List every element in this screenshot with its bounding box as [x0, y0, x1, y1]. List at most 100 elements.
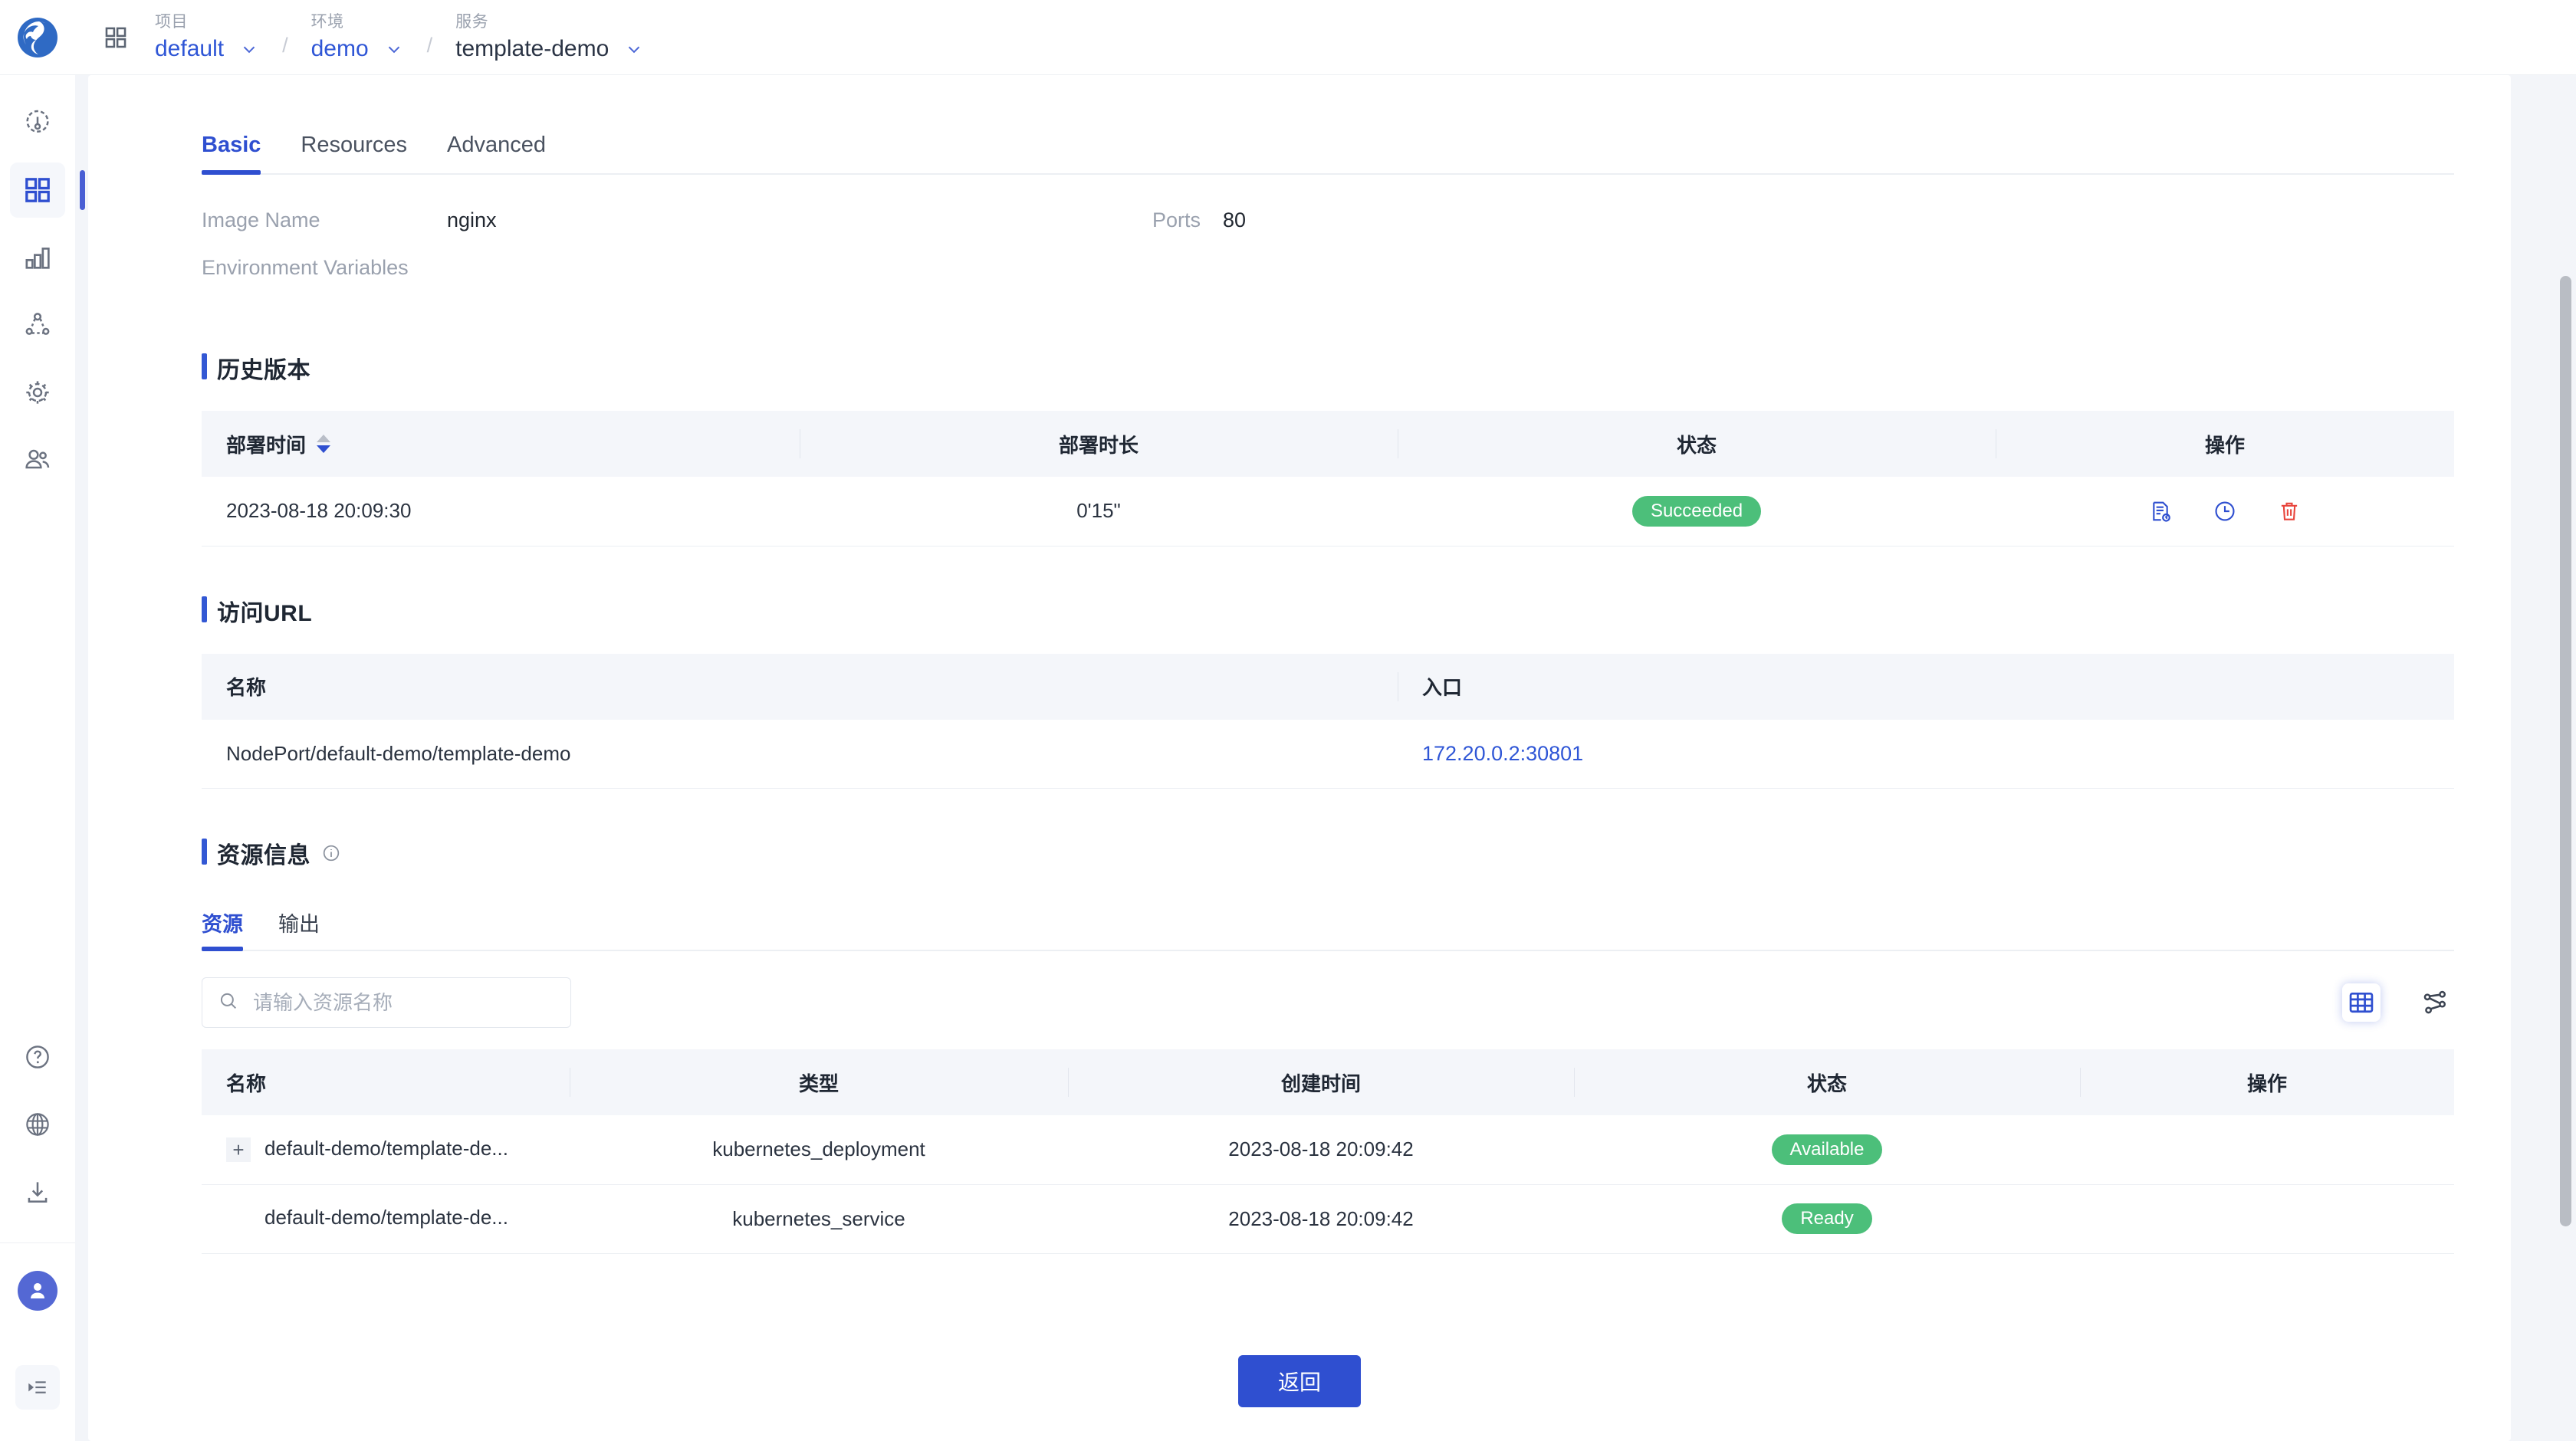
history-col-actions: 操作 [1996, 411, 2454, 477]
access-url-col-name: 名称 [202, 653, 1398, 720]
access-url-section-header: 访问URL [202, 594, 2511, 628]
subtab-output[interactable]: 输出 [278, 908, 320, 950]
graph-view-icon[interactable] [2416, 983, 2454, 1022]
avatar [18, 1271, 58, 1311]
view-log-icon[interactable] [2148, 499, 2173, 524]
sidebar-item-applications[interactable] [10, 162, 85, 218]
tab-resources[interactable]: Resources [301, 133, 407, 173]
sidebar-item-account[interactable] [10, 1263, 65, 1318]
app-logo[interactable] [0, 0, 75, 75]
resource-search-box[interactable] [202, 977, 571, 1028]
sidebar-item-users[interactable] [10, 432, 65, 487]
resource-cell-created: 2023-08-18 20:09:42 [1068, 1184, 1574, 1254]
table-view-icon[interactable] [2342, 983, 2380, 1022]
breadcrumb-project-value[interactable]: default [155, 36, 224, 62]
access-url-link[interactable]: 172.20.0.2:30801 [1422, 742, 1583, 765]
history-col-deploy-time[interactable]: 部署时间 [202, 411, 800, 477]
table-row[interactable]: default-demo/template-de... kubernetes_s… [202, 1184, 2454, 1254]
table-row[interactable]: NodePort/default-demo/template-demo 172.… [202, 719, 2454, 789]
delete-trash-icon[interactable] [2277, 499, 2302, 524]
breadcrumb-service-label: 服务 [455, 13, 489, 31]
history-clock-icon[interactable] [2213, 499, 2237, 524]
access-url-col-entry: 入口 [1398, 653, 2454, 720]
resource-col-status: 状态 [1574, 1049, 2080, 1115]
history-cell-duration: 0'15" [800, 477, 1398, 547]
basic-fields: Image Name nginx Ports 80 Environment Va… [202, 208, 2454, 304]
app-switcher-icon [105, 27, 127, 48]
sidebar-item-language[interactable] [10, 1097, 65, 1152]
history-table-body: 2023-08-18 20:09:30 0'15" Succeeded [202, 477, 2454, 547]
sidebar-item-download[interactable] [10, 1164, 65, 1219]
sidebar-item-topology[interactable] [10, 297, 65, 353]
sidebar-item-help[interactable] [10, 1029, 65, 1085]
service-detail-card: Basic Resources Advanced Image Name ngin… [88, 75, 2511, 1441]
rail-secondary-items [0, 1029, 75, 1441]
breadcrumb-separator-2: / [426, 34, 433, 57]
resource-name-text: default-demo/template-de... [264, 1206, 508, 1229]
subtab-resources[interactable]: 资源 [202, 908, 243, 951]
history-section-header: 历史版本 [202, 351, 2511, 385]
rail-divider [0, 1242, 75, 1243]
breadcrumb-environment-value[interactable]: demo [311, 36, 369, 62]
history-table-head: 部署时间 部署时长 状态 操作 [202, 411, 2454, 477]
resource-col-created: 创建时间 [1068, 1049, 1574, 1115]
history-col-duration: 部署时长 [800, 411, 1398, 477]
tab-advanced[interactable]: Advanced [447, 133, 546, 173]
access-url-cell-name: NodePort/default-demo/template-demo [202, 719, 1398, 789]
resource-cell-actions [2080, 1115, 2454, 1185]
breadcrumb-environment: 环境 demo [311, 12, 404, 62]
breadcrumb-environment-label: 环境 [310, 13, 344, 31]
sidebar-item-collapse[interactable] [10, 1360, 65, 1415]
sort-toggle-icon[interactable] [317, 435, 331, 453]
history-row-actions [1996, 499, 2454, 524]
resource-table-head: 名称 类型 创建时间 状态 操作 [202, 1049, 2454, 1115]
table-row[interactable]: + default-demo/template-de... kubernetes_… [202, 1115, 2454, 1185]
access-url-table-head: 名称 入口 [202, 653, 2454, 720]
sidebar-item-statistics[interactable] [10, 230, 65, 285]
field-row-env: Environment Variables [202, 256, 2454, 304]
status-badge: Succeeded [1631, 495, 1762, 527]
breadcrumb-project: 项目 default [155, 12, 259, 62]
chevron-down-icon[interactable] [624, 39, 644, 59]
sidebar-item-settings[interactable] [10, 365, 65, 420]
resource-col-type-label: 类型 [798, 1072, 839, 1095]
dashboard-gauge-icon [26, 110, 49, 133]
history-cell-deploy-time: 2023-08-18 20:09:30 [202, 477, 800, 547]
resource-info-section-title: 资源信息 [217, 843, 310, 868]
gear-icon [26, 381, 49, 404]
row-expand-icon[interactable]: + [226, 1137, 251, 1163]
chevron-down-icon[interactable] [239, 39, 259, 59]
access-url-cell-entry: 172.20.0.2:30801 [1398, 719, 2454, 789]
breadcrumb-separator-1: / [282, 34, 288, 57]
top-breadcrumb-bar: 项目 default / 环境 demo / 服务 template-demo [75, 0, 2576, 75]
env-variables-label: Environment Variables [202, 256, 409, 279]
field-row-image: Image Name nginx Ports 80 [202, 208, 2454, 256]
status-badge: Available [1771, 1134, 1883, 1165]
table-row[interactable]: 2023-08-18 20:09:30 0'15" Succeeded [202, 477, 2454, 547]
rail-primary-items [0, 75, 85, 500]
app-switcher-button[interactable] [103, 25, 129, 51]
breadcrumb-service: 服务 template-demo [455, 12, 644, 62]
page-scrollbar-thumb[interactable] [2560, 276, 2571, 1226]
tab-basic[interactable]: Basic [202, 133, 261, 175]
chevron-down-icon[interactable] [384, 39, 404, 59]
resource-cell-actions [2080, 1184, 2454, 1254]
resource-subtabs: 资源 输出 [202, 896, 2454, 951]
back-button[interactable]: 返回 [1237, 1354, 1361, 1407]
resource-col-created-label: 创建时间 [1280, 1072, 1361, 1095]
kubevela-logo-icon [18, 17, 58, 57]
access-url-table: 名称 入口 NodePort/default-demo/template-dem… [202, 653, 2454, 789]
breadcrumb-service-value[interactable]: template-demo [455, 36, 609, 62]
resource-cell-status: Available [1574, 1115, 2080, 1185]
footer-actions: 返回 [88, 1354, 2511, 1407]
detail-tabs: Basic Resources Advanced [202, 109, 2454, 175]
view-toggle-group [2342, 983, 2454, 1022]
sidebar-item-dashboard[interactable] [10, 95, 65, 150]
info-circle-icon[interactable] [321, 843, 341, 863]
resource-cell-type: kubernetes_deployment [570, 1115, 1068, 1185]
access-url-table-body: NodePort/default-demo/template-demo 172.… [202, 719, 2454, 789]
resource-toolbar [202, 977, 2454, 1028]
search-icon [218, 990, 239, 1016]
image-name-value: nginx [447, 208, 497, 231]
search-input[interactable] [253, 990, 555, 1015]
